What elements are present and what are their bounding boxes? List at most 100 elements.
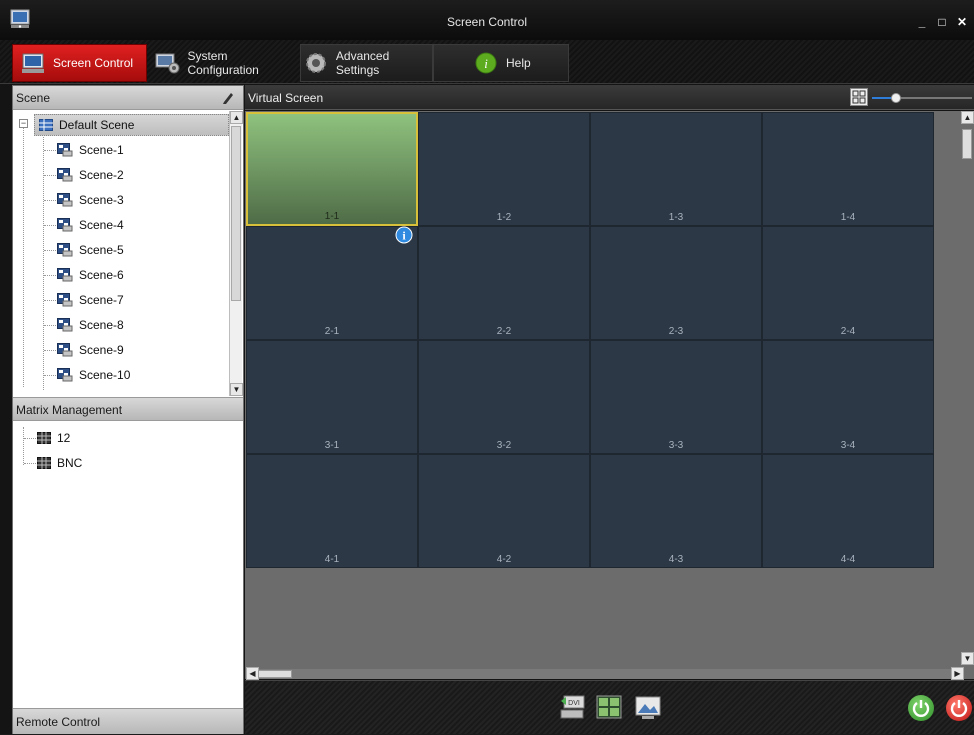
scroll-down-icon[interactable]: ▼	[961, 652, 974, 665]
tree-item-scene[interactable]: Scene-5	[57, 239, 124, 261]
scene-header: Scene	[13, 86, 243, 110]
scene-icon	[57, 193, 73, 207]
layout-split-icon[interactable]	[595, 693, 623, 721]
scroll-up-icon[interactable]: ▲	[961, 111, 974, 124]
matrix-tree: 12 BNC	[13, 423, 229, 708]
tree-item-matrix[interactable]: 12	[37, 427, 70, 449]
matrix-icon	[37, 432, 51, 444]
screen-cell-label: 2-2	[496, 326, 512, 337]
tree-item-scene[interactable]: Scene-2	[57, 164, 124, 186]
tree-item-scene[interactable]: Scene-6	[57, 264, 124, 286]
scroll-up-icon[interactable]: ▲	[230, 111, 243, 124]
screen-cell[interactable]: 2-2	[418, 226, 590, 340]
tree-line	[44, 375, 56, 376]
dvi-keyboard-icon[interactable]: DVI	[558, 693, 586, 721]
main-tab-bar: Screen Control System Configuration Adva…	[0, 40, 974, 84]
tree-line	[44, 350, 56, 351]
left-panel: Scene − Default Scene Scene-1 Scene-2 Scen…	[12, 85, 244, 734]
monitor-icon	[19, 50, 47, 76]
grid-layout-icon[interactable]	[850, 88, 868, 106]
collapse-icon[interactable]: −	[19, 119, 28, 128]
tree-item-label: Scene-3	[79, 193, 124, 207]
tree-item-label: Default Scene	[59, 118, 135, 132]
tab-system-configuration[interactable]: System Configuration	[150, 44, 300, 82]
screen-cell[interactable]: 4-4	[762, 454, 934, 568]
tree-item-default-scene[interactable]: Default Scene	[34, 114, 229, 136]
screen-cell[interactable]: 3-4	[762, 340, 934, 454]
tab-help[interactable]: i Help	[433, 44, 569, 82]
tree-line	[43, 135, 44, 390]
screen-cell[interactable]: 2-4	[762, 226, 934, 340]
scrollbar-thumb[interactable]	[258, 670, 292, 678]
tree-item-scene[interactable]: Scene-7	[57, 289, 124, 311]
minimize-button[interactable]: _	[914, 14, 930, 30]
scene-icon	[57, 318, 73, 332]
scrollbar-thumb[interactable]	[231, 126, 241, 301]
tree-item-scene[interactable]: Scene-4	[57, 214, 124, 236]
close-button[interactable]: ✕	[954, 14, 970, 30]
tree-item-label: Scene-5	[79, 243, 124, 257]
screen-cell[interactable]: 1-1	[246, 112, 418, 226]
scene-header-label: Scene	[16, 91, 51, 105]
zoom-slider[interactable]	[872, 93, 972, 103]
screen-cell-label: 2-1	[324, 326, 340, 337]
screen-cell-label: 4-4	[840, 554, 856, 565]
tree-item-scene[interactable]: Scene-8	[57, 314, 124, 336]
virtual-screen-hscrollbar[interactable]: ◀ ▶	[246, 667, 964, 680]
tree-line	[23, 127, 24, 387]
screen-cell[interactable]: 3-2	[418, 340, 590, 454]
tree-item-scene[interactable]: Scene-9	[57, 339, 124, 361]
screen-cell[interactable]: 4-2	[418, 454, 590, 568]
screen-cell[interactable]: 4-3	[590, 454, 762, 568]
scroll-right-icon[interactable]: ▶	[951, 667, 964, 680]
power-on-button[interactable]	[908, 695, 934, 721]
tab-advanced-settings[interactable]: Advanced Settings	[300, 44, 433, 82]
tab-label: System Configuration	[187, 49, 259, 77]
tree-item-scene[interactable]: Scene-1	[57, 139, 124, 161]
matrix-header-label: Matrix Management	[16, 403, 123, 417]
tree-item-scene[interactable]: Scene-3	[57, 189, 124, 211]
tree-item-scene[interactable]: Scene-10	[57, 364, 130, 386]
screen-cell[interactable]: 3-3	[590, 340, 762, 454]
power-off-button[interactable]	[946, 695, 972, 721]
remote-header[interactable]: Remote Control	[13, 708, 243, 734]
virtual-screen-vscrollbar[interactable]: ▲ ▼	[961, 111, 974, 679]
screen-cell[interactable]: 4-1	[246, 454, 418, 568]
virtual-screen-title: Virtual Screen	[248, 91, 324, 105]
tree-item-label: Scene-4	[79, 218, 124, 232]
screen-cell-label: 3-4	[840, 440, 856, 451]
screen-cell-label: 4-2	[496, 554, 512, 565]
screen-cell-label: 4-1	[324, 554, 340, 565]
screen-cell[interactable]: 3-1	[246, 340, 418, 454]
screen-cell[interactable]: 1-3	[590, 112, 762, 226]
screen-cell[interactable]: 2-3	[590, 226, 762, 340]
scene-tree: − Default Scene Scene-1 Scene-2 Scene-3 Sce…	[13, 111, 229, 396]
tree-line	[23, 427, 24, 465]
tree-line	[44, 275, 56, 276]
tree-line	[44, 250, 56, 251]
edit-pencil-icon[interactable]	[221, 91, 235, 105]
tree-line	[44, 175, 56, 176]
screen-cell-label: 3-3	[668, 440, 684, 451]
screen-cell[interactable]: 1-4	[762, 112, 934, 226]
info-badge-icon[interactable]: i	[395, 226, 413, 244]
scroll-down-icon[interactable]: ▼	[230, 383, 243, 396]
virtual-screen-area: 1-1 1-2 1-3 1-4 2-1 2-2 2-3 2-4 3-1 3-2 3-3 3-4 4-1 4…	[245, 111, 974, 679]
maximize-button[interactable]: □	[934, 14, 950, 30]
bottom-toolbar: DVI	[245, 680, 974, 734]
tree-item-label: Scene-7	[79, 293, 124, 307]
tree-item-label: Scene-8	[79, 318, 124, 332]
scene-icon	[57, 243, 73, 257]
scrollbar-thumb[interactable]	[962, 129, 972, 159]
tree-item-label: 12	[57, 431, 71, 445]
scene-scrollbar[interactable]: ▲ ▼	[229, 111, 243, 396]
scene-icon	[57, 343, 73, 357]
screen-cell[interactable]: 2-1	[246, 226, 418, 340]
tree-item-matrix[interactable]: BNC	[37, 452, 82, 474]
zoom-slider-knob[interactable]	[891, 93, 901, 103]
svg-text:i: i	[484, 56, 488, 71]
image-background-icon[interactable]	[634, 693, 662, 721]
screen-cell[interactable]: 1-2	[418, 112, 590, 226]
tab-screen-control[interactable]: Screen Control	[12, 44, 147, 82]
tab-label: Advanced Settings	[335, 49, 390, 77]
